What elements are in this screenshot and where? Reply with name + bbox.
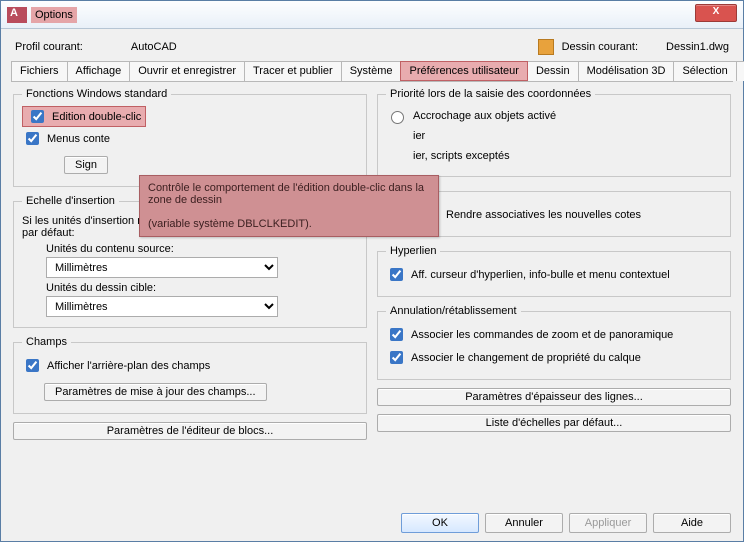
lineweight-settings-button[interactable]: Paramètres d'épaisseur des lignes... xyxy=(377,388,731,406)
window-title: Options xyxy=(31,7,77,23)
radio-object-snap-label: Accrochage aux objets activé xyxy=(413,110,556,122)
tab-affichage[interactable]: Affichage xyxy=(67,61,131,81)
apply-button[interactable]: Appliquer xyxy=(569,513,647,533)
target-units-label: Unités du dessin cible: xyxy=(46,282,358,294)
target-units-select[interactable]: Millimètres xyxy=(46,296,278,317)
signature-button[interactable]: Sign xyxy=(64,156,108,174)
app-icon xyxy=(7,7,27,23)
group-insertion-scale-title: Echelle d'insertion xyxy=(22,195,119,207)
context-menus-input[interactable] xyxy=(26,132,39,145)
group-coord-priority: Priorité lors de la saisie des coordonné… xyxy=(377,88,731,177)
edit-double-click-input[interactable] xyxy=(31,110,44,123)
content-area: Profil courant: AutoCAD Dessin courant: … xyxy=(1,29,743,456)
group-coord-priority-title: Priorité lors de la saisie des coordonné… xyxy=(386,88,595,100)
combine-layer-prop-label: Associer le changement de propriété du c… xyxy=(411,352,641,364)
current-drawing-label: Dessin courant: xyxy=(562,41,638,53)
tab-selection[interactable]: Sélection xyxy=(673,61,736,81)
tab-fichiers[interactable]: Fichiers xyxy=(11,61,68,81)
radio-keyboard-except-scripts[interactable]: ier, scripts exceptés xyxy=(386,146,722,166)
tab-ouvrir[interactable]: Ouvrir et enregistrer xyxy=(129,61,245,81)
tab-tracer[interactable]: Tracer et publier xyxy=(244,61,342,81)
field-update-settings-button[interactable]: Paramètres de mise à jour des champs... xyxy=(44,383,267,401)
show-field-bg-input[interactable] xyxy=(26,359,39,372)
radio-keyboard-except-label: ier, scripts exceptés xyxy=(413,150,510,162)
checkbox-combine-zoom-pan[interactable]: Associer les commandes de zoom et de pan… xyxy=(386,323,722,346)
hyperlink-cursor-input[interactable] xyxy=(390,268,403,281)
tab-preferences-utilisateur[interactable]: Préférences utilisateur xyxy=(400,61,527,81)
tooltip-line1: Contrôle le comportement de l'édition do… xyxy=(148,182,430,206)
show-field-bg-label: Afficher l'arrière-plan des champs xyxy=(47,360,210,372)
drawing-icon xyxy=(538,39,554,55)
checkbox-context-menus[interactable]: Menus conte xyxy=(22,127,358,150)
tab-systeme[interactable]: Système xyxy=(341,61,402,81)
combine-layer-prop-input[interactable] xyxy=(390,351,403,364)
checkbox-show-field-bg[interactable]: Afficher l'arrière-plan des champs xyxy=(22,354,358,377)
current-profile-value: AutoCAD xyxy=(131,41,177,53)
group-windows-functions-title: Fonctions Windows standard xyxy=(22,88,171,100)
panel: Fonctions Windows standard Edition doubl… xyxy=(11,82,733,446)
tooltip-line2: (variable système DBLCLKEDIT). xyxy=(148,218,430,230)
group-fields: Champs Afficher l'arrière-plan des champ… xyxy=(13,336,367,414)
source-units-combo[interactable]: Millimètres xyxy=(46,257,358,278)
help-button[interactable]: Aide xyxy=(653,513,731,533)
radio-keyboard-suffix: ier xyxy=(413,130,425,142)
titlebar: Options X xyxy=(1,1,743,29)
edit-double-click-label: Edition double-clic xyxy=(52,111,141,123)
profile-row: Profil courant: AutoCAD Dessin courant: … xyxy=(11,35,733,61)
cancel-button[interactable]: Annuler xyxy=(485,513,563,533)
ok-button[interactable]: OK xyxy=(401,513,479,533)
tab-dessin[interactable]: Dessin xyxy=(527,61,579,81)
source-units-select[interactable]: Millimètres xyxy=(46,257,278,278)
radio-object-snap-input[interactable] xyxy=(391,111,404,124)
right-column: Priorité lors de la saisie des coordonné… xyxy=(377,88,731,440)
combine-zoom-pan-input[interactable] xyxy=(390,328,403,341)
group-windows-functions: Fonctions Windows standard Edition doubl… xyxy=(13,88,367,187)
checkbox-hyperlink-cursor[interactable]: Aff. curseur d'hyperlien, info-bulle et … xyxy=(386,263,722,286)
current-profile-label: Profil courant: xyxy=(15,41,83,53)
group-hyperlink: Hyperlien Aff. curseur d'hyperlien, info… xyxy=(377,245,731,297)
tab-modelisation-3d[interactable]: Modélisation 3D xyxy=(578,61,675,81)
group-undo-redo: Annulation/rétablissement Associer les c… xyxy=(377,305,731,380)
checkbox-combine-layer-prop[interactable]: Associer le changement de propriété du c… xyxy=(386,346,722,369)
group-undo-redo-title: Annulation/rétablissement xyxy=(386,305,521,317)
dialog-buttons: OK Annuler Appliquer Aide xyxy=(401,513,731,533)
group-hyperlink-title: Hyperlien xyxy=(386,245,440,257)
associative-dims-label: Rendre associatives les nouvelles cotes xyxy=(446,209,641,221)
close-button[interactable]: X xyxy=(695,4,737,22)
current-drawing-value: Dessin1.dwg xyxy=(666,41,729,53)
tooltip-dblclkedit: Contrôle le comportement de l'édition do… xyxy=(139,175,439,237)
combine-zoom-pan-label: Associer les commandes de zoom et de pan… xyxy=(411,329,673,341)
context-menus-label: Menus conte xyxy=(47,133,110,145)
source-units-label: Unités du contenu source: xyxy=(46,243,358,255)
hyperlink-cursor-label: Aff. curseur d'hyperlien, info-bulle et … xyxy=(411,269,670,281)
target-units-combo[interactable]: Millimètres xyxy=(46,296,358,317)
block-editor-settings-button[interactable]: Paramètres de l'éditeur de blocs... xyxy=(13,422,367,440)
radio-object-snap[interactable]: Accrochage aux objets activé xyxy=(386,106,722,126)
left-column: Fonctions Windows standard Edition doubl… xyxy=(13,88,367,440)
tabs: Fichiers Affichage Ouvrir et enregistrer… xyxy=(11,61,733,82)
group-fields-title: Champs xyxy=(22,336,71,348)
radio-keyboard[interactable]: ier xyxy=(386,126,722,146)
checkbox-edit-double-click[interactable]: Edition double-clic xyxy=(22,106,146,127)
default-scale-list-button[interactable]: Liste d'échelles par défaut... xyxy=(377,414,731,432)
tab-profils[interactable]: Profils xyxy=(736,61,744,81)
options-window: Options X Profil courant: AutoCAD Dessin… xyxy=(0,0,744,542)
